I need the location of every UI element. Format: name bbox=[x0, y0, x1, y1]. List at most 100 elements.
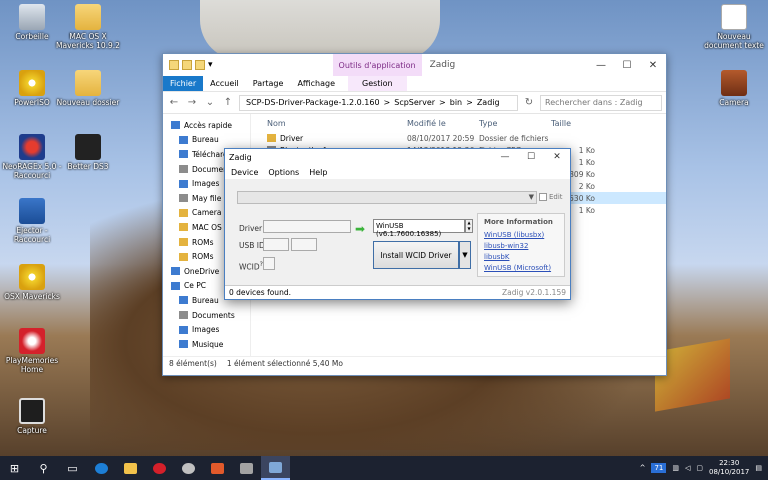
new-folder-icon[interactable] bbox=[195, 60, 205, 70]
breadcrumb-segment[interactable]: ScpServer bbox=[394, 98, 435, 107]
desktop-icon-poweriso[interactable]: PowerISO bbox=[0, 70, 64, 107]
folder-icon bbox=[179, 252, 188, 261]
image-icon bbox=[179, 179, 188, 188]
column-header-modified[interactable]: Modifié le bbox=[407, 119, 479, 128]
link-winusb-libusbx[interactable]: WinUSB (libusbx) bbox=[484, 230, 558, 241]
back-arrow-icon[interactable]: ← bbox=[167, 97, 181, 108]
usb-vid-field bbox=[263, 238, 289, 251]
folder-icon bbox=[179, 238, 188, 247]
maximize-button[interactable]: ☐ bbox=[614, 60, 640, 71]
driver-spinner[interactable]: ▲ ▼ bbox=[465, 219, 473, 233]
folder-icon[interactable] bbox=[169, 60, 179, 70]
sidebar-item[interactable]: Documents bbox=[163, 308, 250, 323]
search-icon[interactable]: ⚲ bbox=[29, 456, 58, 480]
sidebar-item[interactable]: Musique bbox=[163, 337, 250, 352]
media-icon[interactable] bbox=[203, 456, 232, 480]
tab-file[interactable]: Fichier bbox=[163, 76, 204, 91]
usb-id-label: USB ID bbox=[239, 241, 265, 250]
tab-home[interactable]: Accueil bbox=[203, 76, 246, 91]
qa-dropdown-icon[interactable]: ▾ bbox=[208, 60, 213, 70]
properties-icon[interactable] bbox=[182, 60, 192, 70]
minimize-button[interactable]: — bbox=[588, 60, 614, 71]
tab-share[interactable]: Partage bbox=[246, 76, 291, 91]
desktop-icon-new-folder[interactable]: Nouveau dossier bbox=[56, 70, 120, 107]
desktop-icon-new-text-document[interactable]: Nouveau document texte bbox=[702, 4, 766, 50]
column-header-name[interactable]: Nom bbox=[251, 119, 407, 128]
checkbox[interactable] bbox=[539, 193, 547, 201]
column-header-size[interactable]: Taille bbox=[551, 119, 571, 128]
sidebar-item[interactable]: Bureau bbox=[163, 133, 250, 148]
quick-access-toolbar: ▾ bbox=[163, 60, 213, 70]
column-header-type[interactable]: Type bbox=[479, 119, 551, 128]
tab-view[interactable]: Affichage bbox=[290, 76, 342, 91]
network-icon bbox=[19, 198, 45, 224]
start-button[interactable]: ⊞ bbox=[0, 456, 29, 480]
file-row[interactable]: Driver 08/10/2017 20:59 Dossier de fichi… bbox=[251, 132, 666, 144]
wcid-label: WCID? bbox=[239, 261, 263, 272]
tab-manage[interactable]: Gestion bbox=[348, 76, 407, 91]
link-libusbk[interactable]: libusbK bbox=[484, 252, 558, 263]
sidebar-item-quick-access[interactable]: Accès rapide bbox=[163, 118, 250, 133]
volume-icon[interactable]: ◁ bbox=[685, 464, 690, 472]
music-icon bbox=[179, 340, 188, 349]
desktop-icon-osx-mavericks[interactable]: OSX Mavericks bbox=[0, 264, 64, 301]
target-driver-field[interactable]: WinUSB (v6.1.7600.16385) bbox=[373, 219, 465, 238]
app-icon[interactable] bbox=[174, 456, 203, 480]
context-tab-app-tools[interactable]: Outils d'application bbox=[332, 54, 422, 76]
wcid-field bbox=[263, 257, 275, 270]
install-driver-button[interactable]: Install WCID Driver bbox=[373, 241, 459, 269]
network-icon[interactable]: ▥ bbox=[672, 464, 679, 472]
tray-badge[interactable]: 71 bbox=[651, 463, 667, 473]
menu-options[interactable]: Options bbox=[268, 168, 299, 177]
maximize-button[interactable]: ☐ bbox=[518, 152, 544, 162]
close-button[interactable]: ✕ bbox=[640, 60, 666, 71]
address-bar[interactable]: SCP-DS-Driver-Package-1.2.0.160 > ScpSer… bbox=[239, 94, 518, 111]
desktop-icon-capture[interactable]: Capture bbox=[0, 398, 64, 435]
gamepad-icon bbox=[75, 134, 101, 160]
edge-icon[interactable] bbox=[87, 456, 116, 480]
minimize-button[interactable]: — bbox=[492, 152, 518, 162]
photos-icon[interactable] bbox=[232, 456, 261, 480]
zadig-taskbar-icon[interactable] bbox=[261, 456, 290, 480]
desktop-icon-neoragex[interactable]: NeoRAGEx 5.0 - Raccourci bbox=[0, 134, 64, 180]
menu-help[interactable]: Help bbox=[309, 168, 327, 177]
refresh-icon[interactable]: ↻ bbox=[522, 97, 536, 108]
file-explorer-taskbar-icon[interactable] bbox=[116, 456, 145, 480]
game-icon bbox=[19, 134, 45, 160]
device-dropdown[interactable] bbox=[237, 191, 537, 204]
desktop-icon-better-ds3[interactable]: Better DS3 bbox=[56, 134, 120, 171]
device-status: 0 devices found. bbox=[229, 288, 291, 297]
desktop-icon-camera[interactable]: Camera bbox=[702, 70, 766, 107]
breadcrumb-segment[interactable]: SCP-DS-Driver-Package-1.2.0.160 bbox=[246, 98, 380, 107]
desktop-icon-ejector[interactable]: Ejector - Raccourci bbox=[0, 198, 64, 244]
notification-icon[interactable]: ▢ bbox=[696, 464, 703, 472]
desktop-icon-playmemories[interactable]: PlayMemories Home bbox=[0, 328, 64, 374]
install-options-dropdown[interactable]: ▼ bbox=[459, 241, 471, 269]
link-winusb-microsoft[interactable]: WinUSB (Microsoft) bbox=[484, 263, 558, 274]
more-info-heading: More Information bbox=[484, 218, 553, 226]
zadig-window: Zadig — ☐ ✕ Device Options Help Edit Dri… bbox=[224, 148, 571, 300]
sidebar-item[interactable]: Images bbox=[163, 322, 250, 337]
desktop-icon bbox=[179, 296, 188, 305]
close-button[interactable]: ✕ bbox=[544, 152, 570, 162]
selection-info: 1 élément sélectionné 5,40 Mo bbox=[226, 359, 343, 368]
link-libusb-win32[interactable]: libusb-win32 bbox=[484, 241, 558, 252]
breadcrumb-segment[interactable]: bin bbox=[450, 98, 462, 107]
edit-checkbox[interactable]: Edit bbox=[539, 193, 563, 201]
chevron-up-icon[interactable]: ^ bbox=[640, 464, 646, 472]
action-center-icon[interactable]: ▤ bbox=[755, 464, 762, 472]
desktop-icon-recycle-bin[interactable]: Corbeille bbox=[0, 4, 64, 41]
desktop-icon-mac-os-folder[interactable]: MAC OS X Mavericks 10.9.2 bbox=[56, 4, 120, 50]
breadcrumb-segment[interactable]: Zadig bbox=[477, 98, 500, 107]
task-view-icon[interactable]: ▭ bbox=[58, 456, 87, 480]
history-chevron-icon[interactable]: ⌄ bbox=[203, 97, 217, 108]
zadig-title: Zadig bbox=[229, 152, 252, 162]
menu-device[interactable]: Device bbox=[231, 168, 258, 177]
forward-arrow-icon[interactable]: → bbox=[185, 97, 199, 108]
opera-icon[interactable] bbox=[145, 456, 174, 480]
clock[interactable]: 22:30 08/10/2017 bbox=[709, 459, 749, 477]
disc-icon bbox=[19, 264, 45, 290]
up-arrow-icon[interactable]: ↑ bbox=[221, 97, 235, 108]
folder-icon bbox=[75, 70, 101, 96]
search-input[interactable]: Rechercher dans : Zadig bbox=[540, 94, 662, 111]
